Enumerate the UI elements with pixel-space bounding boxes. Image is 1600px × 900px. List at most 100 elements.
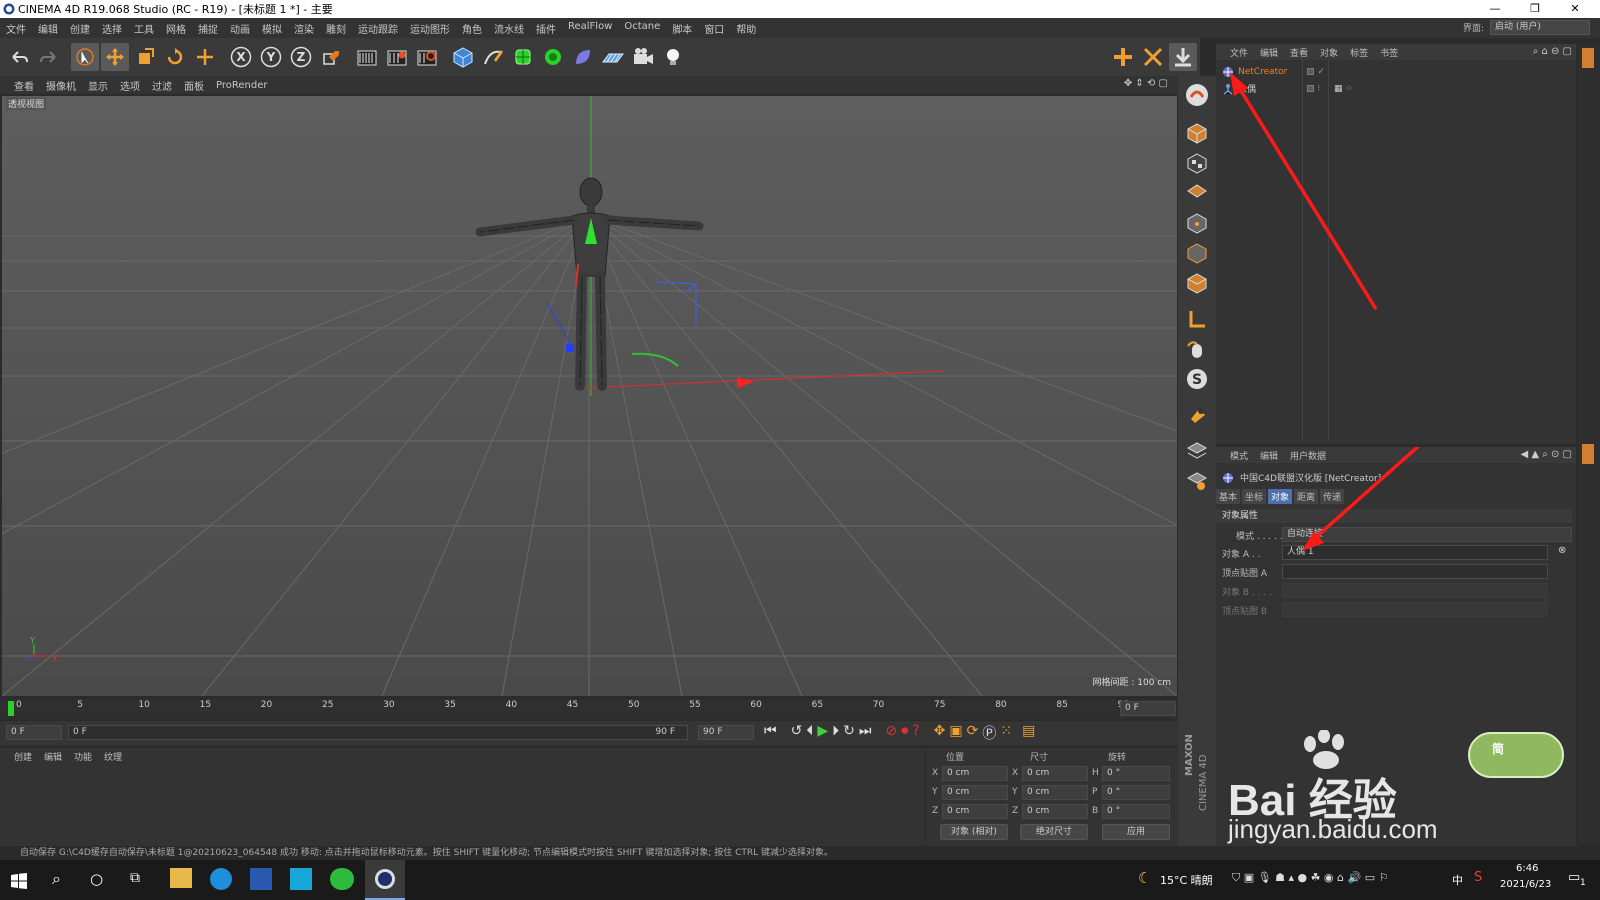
viewport-nav-icons[interactable]: ✥ ⇕ ⟲ ▢ (1124, 78, 1168, 89)
transform-tool-icon[interactable] (191, 43, 219, 71)
perspective-viewport[interactable]: 透视视图 网格间距 : 100 cm Y X (2, 96, 1177, 696)
key-param-icon[interactable]: Ⓟ (982, 723, 996, 743)
menu-item-10[interactable]: 雕刻 (320, 21, 352, 36)
download-icon[interactable] (1169, 43, 1197, 71)
prev-frame-icon[interactable]: ⏴ (806, 723, 813, 743)
viewport-menu-item-1[interactable]: 摄像机 (40, 78, 82, 93)
size-y-field[interactable]: 0 cm (1022, 785, 1088, 800)
workplane-icon[interactable] (1182, 178, 1212, 204)
close-button[interactable]: ✕ (1560, 0, 1590, 18)
file-explorer-icon[interactable] (170, 868, 192, 888)
sogou-ime-icon[interactable]: S (1474, 870, 1482, 885)
timeline-window-icon[interactable]: ▤ (1022, 723, 1035, 743)
weather-moon-icon[interactable]: ☾ (1138, 869, 1151, 887)
light-icon[interactable] (659, 43, 687, 71)
key-move-icon[interactable]: ✥ (934, 723, 946, 743)
menu-item-5[interactable]: 网格 (160, 21, 192, 36)
prev-key-icon[interactable]: ↺ (791, 723, 803, 743)
viewport-menu-item-5[interactable]: 面板 (178, 78, 210, 93)
snapping-icon[interactable]: S (1182, 366, 1212, 392)
tray-icons[interactable]: ⛉ ▣ 🎙 ☗ ▴ ● ☘ ◉ ⌂ 🔊 ▭ ⚐ (1232, 871, 1388, 885)
start-frame-field[interactable]: 0 F (6, 725, 62, 740)
viewport-menu-item-2[interactable]: 显示 (82, 78, 114, 93)
keyframe-help-icon[interactable]: ? (912, 723, 919, 743)
wechat-icon[interactable] (330, 868, 354, 890)
menu-item-4[interactable]: 工具 (128, 21, 160, 36)
undo-icon[interactable] (5, 43, 33, 71)
camera-icon[interactable] (629, 43, 657, 71)
size-mode-select[interactable]: 绝对尺寸 (1020, 824, 1088, 840)
app-icon-blue[interactable] (290, 868, 312, 890)
menu-item-11[interactable]: 运动跟踪 (352, 21, 404, 36)
menu-item-19[interactable]: 窗口 (698, 21, 730, 36)
mat-menu-item-2[interactable]: 功能 (68, 750, 98, 763)
key-scale-icon[interactable]: ▣ (949, 723, 962, 743)
size-x-field[interactable]: 0 cm (1022, 766, 1088, 781)
next-frame-icon[interactable]: ⏵ (832, 723, 839, 743)
playhead[interactable] (8, 701, 14, 716)
sketch-toon-icon[interactable] (1182, 82, 1212, 108)
move-tool-icon[interactable] (101, 43, 129, 71)
viewport-menu-item-0[interactable]: 查看 (8, 78, 40, 93)
mat-menu-item-0[interactable]: 创建 (8, 750, 38, 763)
notification-icon[interactable]: ▭ (1568, 870, 1580, 885)
grid-layers-icon[interactable] (1182, 438, 1212, 464)
texture-mode-icon[interactable] (1182, 150, 1212, 176)
max-frame-field[interactable]: 90 F (698, 725, 754, 740)
snap-icon[interactable] (1139, 43, 1167, 71)
key-rotate-icon[interactable]: ⟳ (967, 723, 979, 743)
z-axis-lock-icon[interactable]: Z (287, 43, 315, 71)
coord-mode-select[interactable]: 对象 (相对) (940, 824, 1008, 840)
render-view-icon[interactable] (353, 43, 381, 71)
weather-text[interactable]: 15°C 晴朗 (1160, 872, 1213, 888)
grid-layers-icon-2[interactable] (1182, 468, 1212, 494)
tweak-mode-icon[interactable] (1182, 336, 1212, 362)
menu-item-13[interactable]: 角色 (456, 21, 488, 36)
add-icon[interactable] (1109, 43, 1137, 71)
render-settings-icon[interactable] (413, 43, 441, 71)
pos-z-field[interactable]: 0 cm (942, 804, 1008, 819)
menu-item-12[interactable]: 运动图形 (404, 21, 456, 36)
menu-item-2[interactable]: 创建 (64, 21, 96, 36)
menu-item-8[interactable]: 模拟 (256, 21, 288, 36)
mat-menu-item-1[interactable]: 编辑 (38, 750, 68, 763)
cortana-icon[interactable]: ○ (90, 870, 103, 888)
record-icon[interactable]: ⊘ (885, 723, 897, 743)
key-pla-icon[interactable]: ⁙ (1000, 723, 1012, 743)
app-icon-m[interactable] (250, 868, 272, 890)
size-z-field[interactable]: 0 cm (1022, 804, 1088, 819)
redo-icon[interactable] (35, 43, 63, 71)
mat-menu-item-3[interactable]: 纹理 (98, 750, 128, 763)
go-start-icon[interactable]: ⏮ (764, 723, 777, 743)
range-slider[interactable]: 0 F 90 F (68, 725, 688, 740)
menu-item-0[interactable]: 文件 (0, 21, 32, 36)
task-view-icon[interactable]: ⧉ (130, 870, 140, 886)
current-frame-field[interactable]: 0 F (1120, 701, 1176, 716)
scale-tool-icon[interactable] (131, 43, 159, 71)
edge-browser-icon[interactable] (210, 868, 232, 890)
search-icon[interactable]: ⌕ (52, 869, 61, 889)
menu-item-18[interactable]: 脚本 (666, 21, 698, 36)
polygons-mode-icon[interactable] (1182, 270, 1212, 296)
menu-item-14[interactable]: 流水线 (488, 21, 530, 36)
floor-icon[interactable] (599, 43, 627, 71)
viewport-menu-item-6[interactable]: ProRender (210, 80, 273, 91)
maximize-button[interactable]: ❐ (1520, 0, 1550, 18)
cube-icon[interactable] (449, 43, 477, 71)
magnet-icon[interactable] (1182, 402, 1212, 428)
menu-item-20[interactable]: 帮助 (730, 21, 762, 36)
menu-item-1[interactable]: 编辑 (32, 21, 64, 36)
rot-b-field[interactable]: 0 ° (1102, 804, 1170, 819)
coordinate-system-icon[interactable] (317, 43, 345, 71)
pos-x-field[interactable]: 0 cm (942, 766, 1008, 781)
select-tool-icon[interactable] (71, 43, 99, 71)
axis-mode-icon[interactable] (1182, 306, 1212, 332)
menu-item-16[interactable]: RealFlow (562, 21, 618, 36)
subdivision-surface-icon[interactable] (509, 43, 537, 71)
deformer-icon[interactable] (569, 43, 597, 71)
play-icon[interactable]: ▶ (817, 723, 828, 743)
cloner-icon[interactable] (539, 43, 567, 71)
windows-start-icon[interactable] (11, 873, 27, 889)
points-mode-icon[interactable] (1182, 210, 1212, 236)
cinema4d-taskbar-icon[interactable] (365, 860, 405, 900)
